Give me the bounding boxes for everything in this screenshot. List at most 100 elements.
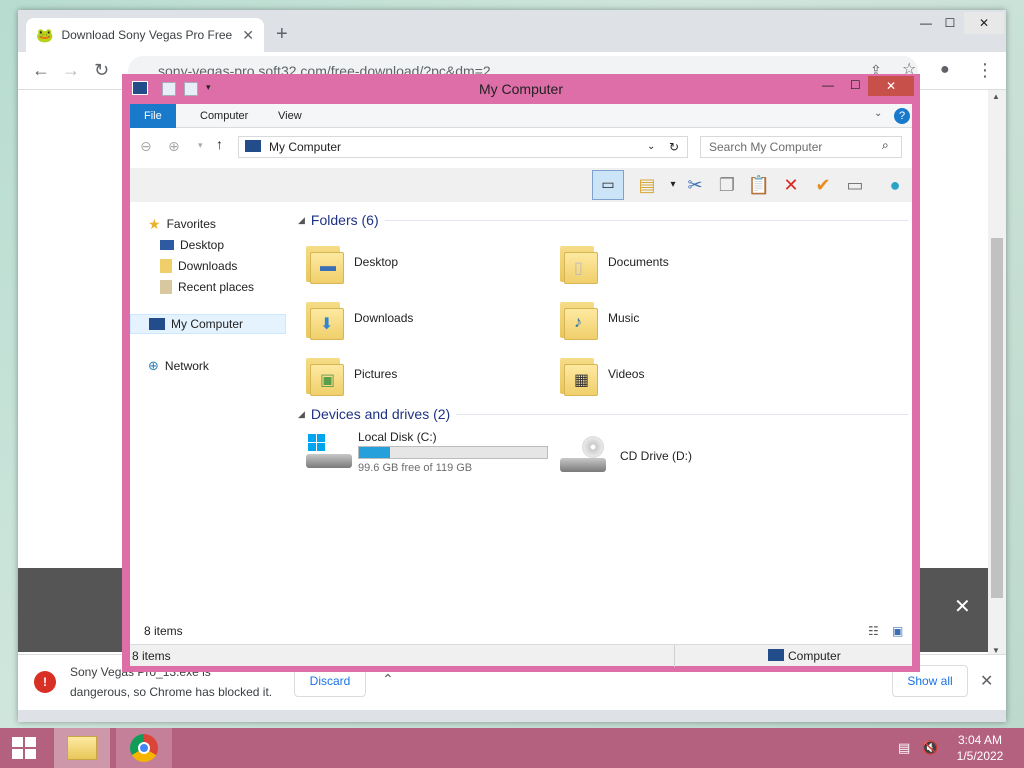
drive-c-free: 99.6 GB free of 119 GB [358, 462, 473, 474]
nav-favorites-label: Favorites [166, 217, 216, 231]
address-dropdown-icon[interactable]: ⌄ [647, 137, 655, 157]
scrollbar-thumb[interactable] [991, 238, 1003, 598]
download-options-chevron-icon[interactable]: ⌃ [382, 671, 394, 688]
forward-arrow-icon[interactable]: → [62, 60, 80, 80]
explorer-window: ▾ My Computer — ☐ ✕ File Computer View ⌄… [122, 74, 920, 672]
details-view-icon[interactable]: ☷ [868, 624, 879, 638]
windows-logo-icon [12, 737, 36, 759]
chrome-close-button[interactable]: ✕ [964, 12, 1004, 34]
large-icons-view-icon[interactable]: ▣ [892, 624, 903, 638]
nav-recent[interactable]: Recent places [130, 277, 286, 297]
browser-tab[interactable]: 🐸 Download Sony Vegas Pro Free ✕ [26, 18, 264, 52]
drive-c-name: Local Disk (C:) [358, 430, 437, 444]
nav-downloads[interactable]: Downloads [130, 256, 286, 276]
network-globe-icon[interactable]: ● [882, 172, 908, 198]
ribbon-expand-icon[interactable]: ⌄ [874, 108, 882, 119]
tab-close-icon[interactable]: ✕ [242, 27, 254, 44]
folder-videos-label: Videos [608, 367, 645, 381]
devices-group-header[interactable]: ◢ Devices and drives (2) [298, 406, 908, 422]
command-toolbar: ▭ ▤ ▾ ✂ ❐ 📋 ✕ ✔ ▭ ● [130, 168, 912, 202]
scroll-up-icon[interactable]: ▲ [992, 92, 1000, 101]
drive-c[interactable]: Local Disk (C:) 99.6 GB free of 119 GB [306, 428, 556, 484]
reload-icon[interactable]: ↻ [94, 60, 109, 80]
folders-group-header[interactable]: ◢ Folders (6) [298, 212, 908, 228]
back-arrow-icon[interactable]: ← [32, 60, 50, 80]
up-arrow-icon[interactable]: ↑ [216, 136, 223, 152]
tab-view[interactable]: View [264, 104, 316, 128]
folders-header-label: Folders (6) [310, 212, 379, 228]
clock-time: 3:04 AM [957, 733, 1003, 747]
download-warning-line2: dangerous, so Chrome has blocked it. [70, 685, 273, 699]
forward-icon[interactable]: ⊕ [168, 138, 180, 155]
explorer-maximize-button[interactable]: ☐ [850, 78, 861, 92]
refresh-icon[interactable]: ↻ [669, 137, 679, 157]
explorer-body: File Computer View ⌄ ? ⊖ ⊕ ▾ ↑ My Comput… [130, 104, 912, 667]
site-favicon-icon: 🐸 [36, 26, 54, 43]
folder-music[interactable]: ♪ Music [560, 290, 810, 346]
status-divider [674, 645, 675, 667]
drive-d-name: CD Drive (D:) [620, 449, 692, 463]
explorer-title: My Computer [478, 81, 564, 97]
nav-desktop[interactable]: Desktop [130, 235, 286, 255]
back-icon[interactable]: ⊖ [140, 138, 152, 155]
download-bar-close-icon[interactable]: ✕ [980, 671, 993, 691]
recent-locations-icon[interactable]: ▾ [198, 140, 203, 151]
tab-strip: 🐸 Download Sony Vegas Pro Free ✕ + — ☐ ✕ [18, 10, 1006, 52]
new-tab-button[interactable]: + [276, 24, 288, 44]
folder-pictures[interactable]: ▣ Pictures [306, 346, 556, 402]
taskbar-chrome[interactable] [116, 728, 172, 768]
start-button[interactable] [0, 728, 48, 768]
explorer-search-input[interactable]: Search My Computer [700, 136, 902, 158]
nav-downloads-label: Downloads [178, 259, 238, 273]
explorer-close-button[interactable]: ✕ [868, 76, 914, 96]
explorer-address-bar[interactable]: My Computer ⌄ ↻ [238, 136, 688, 158]
desktop-folder-icon: ▬ [306, 240, 344, 284]
downloads-folder-icon [160, 259, 172, 273]
paste-icon[interactable]: 📋 [746, 172, 772, 198]
network-tray-icon[interactable]: ▤ [898, 740, 910, 756]
address-computer-icon [245, 140, 261, 152]
folder-desktop[interactable]: ▬ Desktop [306, 234, 556, 290]
clock[interactable]: 3:04 AM 1/5/2022 [950, 732, 1010, 764]
status-computer-icon [768, 649, 784, 661]
drive-c-usage-bar [358, 446, 548, 459]
folder-downloads-label: Downloads [354, 311, 414, 325]
rename-icon[interactable]: ▭ [842, 172, 868, 198]
apply-check-icon[interactable]: ✔ [810, 172, 836, 198]
explorer-titlebar[interactable]: ▾ My Computer — ☐ ✕ [122, 74, 920, 104]
delete-icon[interactable]: ✕ [778, 172, 804, 198]
help-icon[interactable]: ? [894, 108, 910, 124]
nav-my-computer[interactable]: My Computer [130, 314, 286, 334]
nav-network[interactable]: ⊕ Network [130, 356, 286, 376]
drive-d[interactable]: CD Drive (D:) [560, 428, 810, 484]
nav-favorites[interactable]: ★ Favorites [130, 214, 286, 234]
tab-computer[interactable]: Computer [186, 104, 262, 128]
address-text: My Computer [269, 140, 342, 154]
nav-my-computer-label: My Computer [171, 317, 244, 331]
page-scrollbar[interactable]: ▲ ▼ [988, 90, 1006, 658]
collapse-folders-icon: ◢ [298, 214, 305, 225]
tab-file[interactable]: File [130, 104, 176, 128]
ribbon-tabs: File Computer View ⌄ ? [130, 104, 912, 128]
nav-network-label: Network [164, 359, 209, 373]
folder-downloads[interactable]: ⬇ Downloads [306, 290, 556, 346]
select-items-icon[interactable]: ▤ [634, 172, 660, 198]
folder-videos[interactable]: ▦ Videos [560, 346, 810, 402]
devices-divider [456, 413, 908, 415]
preview-pane-icon[interactable]: ▭ [592, 170, 624, 200]
videos-folder-icon: ▦ [560, 352, 598, 396]
folder-documents[interactable]: ▯ Documents [560, 234, 810, 290]
explorer-minimize-button[interactable]: — [822, 78, 834, 92]
menu-kebab-icon[interactable]: ⋮ [976, 60, 994, 80]
search-icon[interactable]: ⌕ [882, 138, 889, 153]
star-icon: ★ [148, 215, 161, 232]
nav-recent-label: Recent places [178, 280, 255, 294]
cut-icon[interactable]: ✂ [682, 172, 708, 198]
volume-muted-icon[interactable]: 🔇 [922, 740, 938, 756]
tab-title: Download Sony Vegas Pro Free [61, 28, 233, 42]
copy-icon[interactable]: ❐ [714, 172, 740, 198]
downloads-big-folder-icon: ⬇ [306, 296, 344, 340]
taskbar-file-explorer[interactable] [54, 728, 110, 768]
banner-close-icon[interactable]: ✕ [954, 594, 971, 619]
profile-avatar-icon[interactable]: ● [940, 60, 950, 80]
